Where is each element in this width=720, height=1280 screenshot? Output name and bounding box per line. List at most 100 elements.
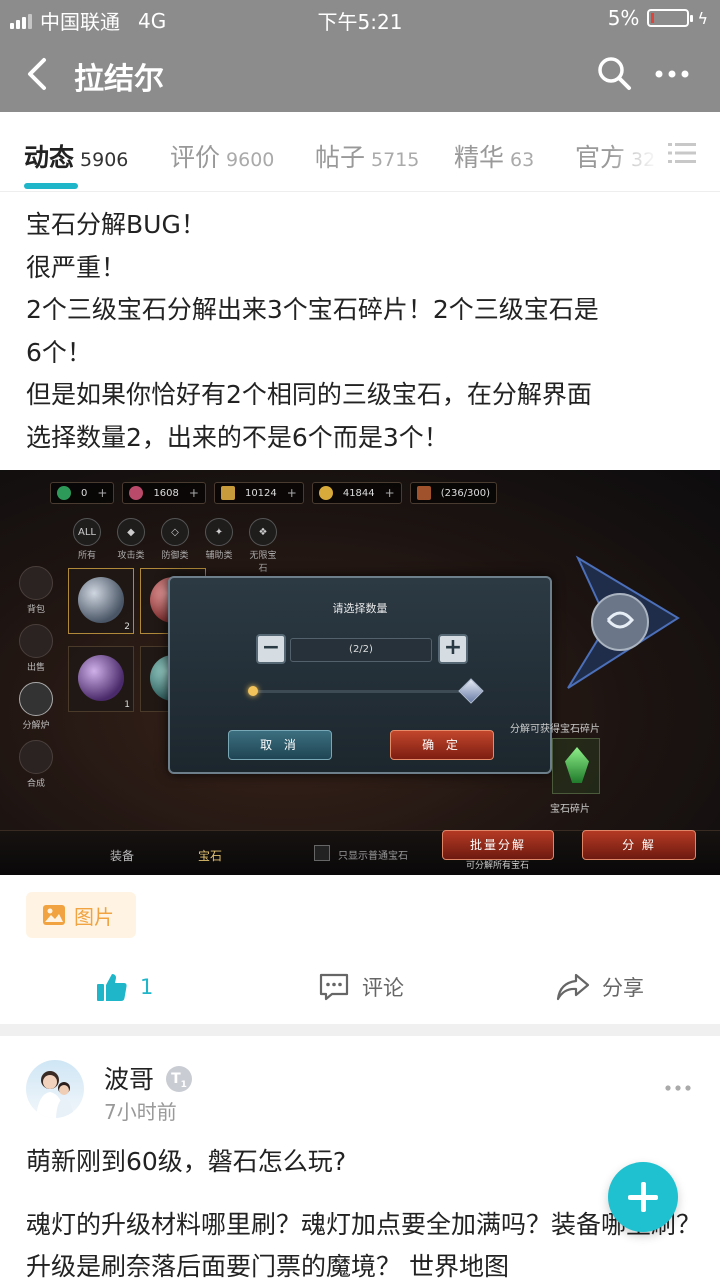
post-body[interactable]: 宝石分解BUG！ 很严重！ 2个三级宝石分解出来3个宝石碎片！2个三级宝石是 6… bbox=[26, 204, 706, 459]
decompose-button: 分 解 bbox=[582, 830, 696, 860]
more-options-icon[interactable] bbox=[664, 1084, 692, 1092]
tab-label: 帖子 bbox=[315, 143, 366, 172]
category-defense: ◇ 防御类 bbox=[158, 518, 192, 574]
tab-count: 63 bbox=[510, 149, 535, 171]
gem-slot: 2 bbox=[68, 568, 134, 634]
side-bag: 背包 bbox=[14, 566, 58, 624]
image-tag-label: 图片 bbox=[74, 904, 114, 929]
post-line: 但是如果你恰好有2个相同的三级宝石，在分解界面 bbox=[26, 380, 592, 409]
resource-value: 41844 bbox=[342, 487, 375, 499]
badge-level: 1 bbox=[180, 1079, 187, 1090]
post-image[interactable]: 0 + 1608 + 10124 + 41844 + (236/300) ALL 所有 ◆… bbox=[0, 470, 720, 875]
slot-qty: 1 bbox=[124, 700, 130, 710]
side-label: 分解炉 bbox=[22, 721, 50, 731]
thumbs-up-icon bbox=[97, 974, 127, 1001]
category-label: 所有 bbox=[77, 551, 96, 561]
shard-slot bbox=[552, 738, 600, 794]
dialog-title: 请选择数量 bbox=[332, 602, 388, 615]
tab-label: 动态 bbox=[24, 143, 75, 172]
category-label: 攻击类 bbox=[117, 551, 145, 561]
resource-value: 0 bbox=[81, 487, 88, 499]
resource-value: 10124 bbox=[244, 487, 277, 499]
battery-icon bbox=[647, 9, 694, 27]
tab-featured[interactable]: 精华 63 bbox=[454, 138, 534, 174]
only-common-checkbox bbox=[314, 845, 330, 861]
tab-count: 9600 bbox=[226, 149, 275, 171]
resource-value: 1608 bbox=[153, 487, 179, 499]
tab-label: 评价 bbox=[170, 143, 221, 172]
dialog-confirm-button: 确 定 bbox=[390, 730, 494, 760]
post-time: 7小时前 bbox=[104, 1100, 177, 1124]
badge-letter: T bbox=[171, 1071, 181, 1087]
tab-reviews[interactable]: 评价 9600 bbox=[170, 138, 274, 174]
emblem-icon bbox=[567, 555, 680, 689]
like-button[interactable]: 1 bbox=[96, 972, 153, 1002]
resource-value: (236/300) bbox=[440, 487, 491, 499]
tab-count: 5906 bbox=[80, 149, 129, 171]
share-icon bbox=[556, 973, 590, 1001]
post-line: 2个三级宝石分解出来3个宝石碎片！2个三级宝石是 bbox=[26, 295, 599, 324]
search-icon[interactable] bbox=[596, 55, 632, 91]
tab-count: 5715 bbox=[371, 149, 420, 171]
post-body[interactable]: 魂灯的升级材料哪里刷？魂灯加点要全加满吗？装备哪里刷？升级是刷奈落后面要门票的魔… bbox=[26, 1204, 706, 1280]
batch-decompose-button: 批量分解 bbox=[442, 830, 554, 860]
content-card: 动态 5906 评价 9600 帖子 5715 精华 63 官方 32 bbox=[0, 112, 720, 1280]
comment-button[interactable]: 评论 bbox=[318, 972, 404, 1002]
resource-item: 1608 + bbox=[122, 482, 206, 504]
battery-percent: 5% bbox=[607, 6, 640, 30]
dialog-cancel-button: 取 消 bbox=[228, 730, 332, 760]
resource-bar: 0 + 1608 + 10124 + 41844 + (236/300) bbox=[50, 482, 498, 504]
gem-categories: ALL 所有 ◆ 攻击类 ◇ 防御类 ✦ 辅助类 ❖ 无限宝石 bbox=[70, 518, 280, 574]
category-support: ✦ 辅助类 bbox=[202, 518, 236, 574]
only-common-label: 只显示普通宝石 bbox=[338, 851, 408, 862]
post-actions: 1 评论 分享 bbox=[0, 952, 720, 1024]
tab-dynamic[interactable]: 动态 5906 bbox=[24, 138, 128, 174]
quantity-value: (2/2) bbox=[290, 638, 432, 662]
more-options-icon[interactable] bbox=[654, 64, 690, 84]
status-bar: 中国联通 4G 下午5:21 5% ϟ bbox=[0, 0, 720, 36]
quantity-slider bbox=[252, 690, 474, 693]
tab-fade bbox=[610, 112, 720, 190]
post-title[interactable]: 萌新刚到60级，磐石怎么玩? bbox=[26, 1142, 346, 1178]
category-label: 无限宝石 bbox=[249, 551, 277, 574]
tab-label: 精华 bbox=[454, 143, 505, 172]
add-post-button[interactable] bbox=[608, 1162, 678, 1232]
like-count: 1 bbox=[140, 975, 154, 999]
tab-list-icon[interactable] bbox=[668, 141, 696, 165]
strip-tab-equipment: 装备 bbox=[110, 849, 135, 863]
batch-subtitle: 可分解所有宝石 bbox=[466, 861, 530, 871]
tab-posts[interactable]: 帖子 5715 bbox=[315, 138, 419, 174]
post-separator bbox=[0, 1024, 720, 1036]
side-compose: 合成 bbox=[14, 740, 58, 798]
category-label: 辅助类 bbox=[205, 551, 233, 561]
shard-hint: 分解可获得宝石碎片 bbox=[510, 724, 600, 735]
resource-item: 0 + bbox=[50, 482, 115, 504]
avatar[interactable] bbox=[26, 1060, 84, 1118]
page-title: 拉结尔 bbox=[74, 62, 164, 97]
category-label: 防御类 bbox=[161, 551, 189, 561]
category-infinite: ❖ 无限宝石 bbox=[246, 518, 280, 574]
resource-item: 41844 + bbox=[311, 482, 402, 504]
resource-item: (236/300) bbox=[409, 482, 498, 504]
charging-icon: ϟ bbox=[697, 8, 708, 28]
game-side-menu: 背包 出售 分解炉 合成 bbox=[14, 566, 58, 798]
level-badge: T1 bbox=[166, 1066, 192, 1092]
strip-tab-gem: 宝石 bbox=[198, 849, 223, 863]
share-label: 分享 bbox=[602, 976, 644, 1000]
category-attack: ◆ 攻击类 bbox=[114, 518, 148, 574]
active-tab-indicator bbox=[24, 183, 78, 189]
post-line: 选择数量2，出来的不是6个而是3个！ bbox=[26, 422, 449, 452]
crystal-icon bbox=[565, 747, 589, 783]
back-arrow-icon[interactable] bbox=[22, 56, 58, 92]
plus-icon: + bbox=[438, 634, 468, 664]
post-line: 很严重！ bbox=[26, 252, 127, 282]
post-line: 6个！ bbox=[26, 337, 92, 367]
share-button[interactable]: 分享 bbox=[556, 972, 644, 1002]
image-tag[interactable]: 图片 bbox=[26, 892, 136, 938]
side-furnace: 分解炉 bbox=[14, 682, 58, 740]
comment-icon bbox=[319, 973, 349, 1001]
quantity-dialog: 请选择数量 − (2/2) + 取 消 确 定 bbox=[168, 576, 552, 774]
side-sell: 出售 bbox=[14, 624, 58, 682]
author-name[interactable]: 波哥 bbox=[104, 1060, 154, 1096]
nav-bar: 拉结尔 bbox=[0, 36, 720, 112]
